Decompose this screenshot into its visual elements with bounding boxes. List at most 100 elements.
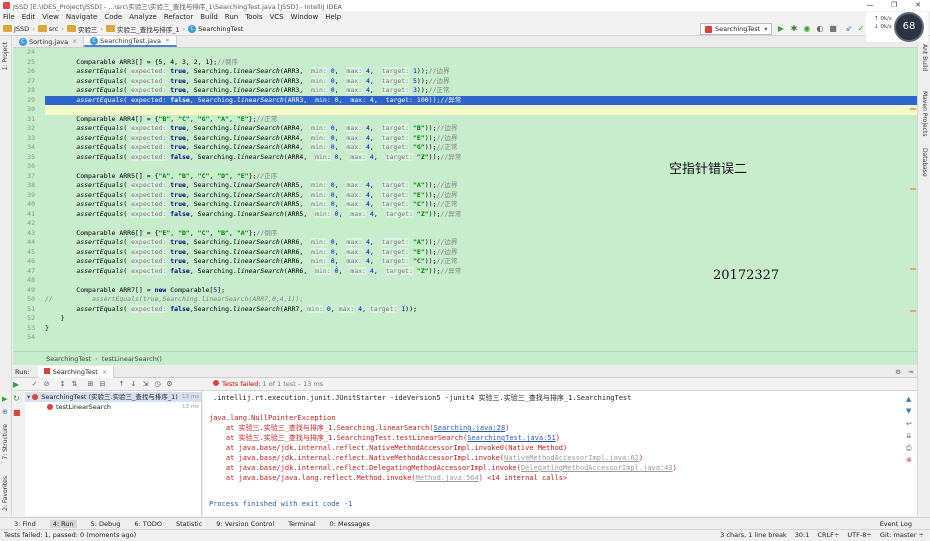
- print-icon[interactable]: ⎙: [906, 444, 912, 453]
- ant-build-tool-button[interactable]: Ant Build: [921, 44, 928, 71]
- git-branch[interactable]: Git: master ÷: [880, 531, 924, 539]
- test-suite-row[interactable]: ▾ SearchingTest (实验三.实验三_查找与排序_1) 13 ms: [25, 392, 201, 402]
- sort-duration-icon[interactable]: ⇅: [70, 380, 79, 389]
- export-icon[interactable]: ⇲: [141, 380, 150, 389]
- run-tool-button[interactable]: 4: Run: [49, 519, 77, 528]
- soft-wrap-icon[interactable]: ↩: [906, 420, 912, 428]
- profile-icon[interactable]: ◐: [815, 24, 825, 34]
- code-line[interactable]: assertEquals( expected: false,Searching.…: [45, 304, 917, 315]
- history-icon[interactable]: ◷: [153, 380, 162, 389]
- stack-link[interactable]: Method.java:564: [416, 474, 479, 482]
- run-configuration-select[interactable]: SearchingTest ▾: [700, 23, 773, 35]
- code-line[interactable]: Comparable ARR6[] = {"E", "D", "C", "B",…: [45, 229, 917, 239]
- menu-tools[interactable]: Tools: [245, 13, 262, 21]
- crumb-src[interactable]: src ›: [37, 25, 64, 33]
- code-line[interactable]: assertEquals( expected: true, Searching.…: [45, 181, 917, 191]
- code-line[interactable]: assertEquals( expected: false, Searching…: [45, 266, 917, 277]
- code-line[interactable]: // assertEquals(true,Searching.linearSea…: [45, 295, 917, 305]
- code-line[interactable]: assertEquals( expected: true, Searching.…: [45, 143, 917, 153]
- menu-edit[interactable]: Edit: [22, 13, 36, 21]
- vcs-update-icon[interactable]: ⇙: [844, 24, 854, 34]
- collapse-all-icon[interactable]: ⊟: [98, 380, 107, 389]
- rerun-failed-icon[interactable]: ↻: [13, 394, 20, 403]
- tab-sorting[interactable]: C Sorting.java ×: [13, 36, 85, 47]
- menu-help[interactable]: Help: [325, 13, 341, 21]
- caret-line[interactable]: [45, 105, 917, 115]
- settings-icon[interactable]: ⚙: [165, 380, 174, 389]
- tab-searchingtest[interactable]: C SearchingTest.java ×: [84, 36, 177, 47]
- maven-tool-button[interactable]: Maven Projects: [921, 91, 928, 136]
- rerun-icon[interactable]: ▶: [13, 380, 19, 389]
- close-button[interactable]: ✕: [906, 0, 930, 11]
- prev-failed-icon[interactable]: ↑: [117, 380, 126, 389]
- maximize-button[interactable]: ❐: [882, 0, 906, 11]
- close-tab-icon[interactable]: ×: [72, 38, 77, 45]
- menu-analyze[interactable]: Analyze: [129, 13, 157, 21]
- line-separator[interactable]: CRLF÷: [817, 531, 839, 539]
- code-line[interactable]: assertEquals( expected: true, Searching.…: [45, 257, 917, 267]
- clear-all-icon[interactable]: ⊗: [906, 456, 912, 464]
- error-stripe[interactable]: [910, 48, 916, 351]
- hide-panel-icon[interactable]: ⇥: [908, 368, 913, 376]
- show-passed-icon[interactable]: ✓: [30, 380, 39, 389]
- crumb-class[interactable]: C SearchingTest: [188, 24, 243, 33]
- code-line[interactable]: assertEquals( expected: true, Searching.…: [45, 238, 917, 248]
- code-line[interactable]: assertEquals( expected: true, Searching.…: [45, 133, 917, 144]
- file-encoding[interactable]: UTF-8÷: [847, 531, 871, 539]
- code-line[interactable]: assertEquals( expected: true, Searching.…: [45, 190, 917, 201]
- up-arrow-icon[interactable]: ▲: [906, 395, 911, 403]
- stop-icon[interactable]: ■: [828, 24, 838, 34]
- menu-window[interactable]: Window: [291, 13, 319, 21]
- test-case-row[interactable]: testLinearSearch 13 ms: [25, 402, 201, 412]
- stack-link[interactable]: SearchingTest.java:51: [467, 434, 556, 442]
- menu-view[interactable]: View: [42, 13, 59, 21]
- code-line[interactable]: }: [45, 324, 917, 334]
- down-arrow-icon[interactable]: ▼: [906, 407, 911, 415]
- code-line[interactable]: Comparable ARR7[] = new Comparable[5];: [45, 286, 917, 296]
- pin-icon[interactable]: ⊕: [2, 408, 8, 416]
- breadcrumb-method[interactable]: testLinearSearch(): [102, 355, 162, 363]
- run-tool-icon[interactable]: ▶: [2, 395, 7, 403]
- code-line[interactable]: Comparable ARR4[] = {"B", "C", "G", "A",…: [45, 115, 917, 125]
- vcs-commit-icon[interactable]: ✓: [856, 24, 866, 34]
- next-failed-icon[interactable]: ↓: [129, 380, 138, 389]
- settings-icon[interactable]: ⚙: [895, 368, 901, 376]
- console-output[interactable]: .intellij.rt.execution.junit.JUnitStarte…: [203, 391, 917, 516]
- show-ignored-icon[interactable]: ⊘: [42, 380, 51, 389]
- coverage-icon[interactable]: ◉: [802, 24, 812, 34]
- menu-refactor[interactable]: Refactor: [164, 13, 193, 21]
- code-line[interactable]: Comparable ARR3[] = {5, 4, 3, 2, 1};//倒序: [45, 58, 917, 68]
- run-tab-searchingtest[interactable]: SearchingTest ×: [37, 365, 115, 378]
- code-line[interactable]: assertEquals( expected: false, Searching…: [45, 152, 917, 163]
- code-line[interactable]: assertEquals( expected: true, Searching.…: [45, 67, 917, 77]
- scroll-to-end-icon[interactable]: ⇊: [906, 432, 912, 440]
- database-tool-button[interactable]: Database: [921, 148, 928, 177]
- code-editor[interactable]: 24 25 26 27 28 29 30 31 32 33 34 35 36 3…: [13, 48, 917, 351]
- version-control-tool-button[interactable]: 9: Version Control: [216, 520, 274, 528]
- menu-code[interactable]: Code: [104, 13, 122, 21]
- close-tab-icon[interactable]: ×: [165, 37, 170, 44]
- menu-build[interactable]: Build: [200, 13, 218, 21]
- code-line[interactable]: assertEquals( expected: true, Searching.…: [45, 86, 917, 96]
- stack-link[interactable]: DelegatingMethodAccessorImpl.java:43: [521, 464, 673, 472]
- messages-tool-button[interactable]: 0: Messages: [330, 520, 370, 528]
- menu-vcs[interactable]: VCS: [269, 13, 283, 21]
- stack-link[interactable]: NativeMethodAccessorImpl.java:62: [504, 454, 639, 462]
- statistic-tool-button[interactable]: Statistic: [176, 520, 202, 528]
- terminal-tool-button[interactable]: Terminal: [288, 520, 315, 528]
- debug-icon[interactable]: ✱: [789, 24, 799, 34]
- code-line-selected[interactable]: assertEquals( expected: false, Searching…: [45, 95, 917, 105]
- code-line[interactable]: Comparable ARR5[] = {"A", "B", "C", "D",…: [45, 172, 917, 182]
- crumb-project[interactable]: JSSD ›: [3, 25, 35, 33]
- crumb-package[interactable]: 实验三 ›: [66, 24, 103, 34]
- code-line[interactable]: assertEquals( expected: true, Searching.…: [45, 124, 917, 134]
- stop-icon[interactable]: ■: [13, 408, 21, 417]
- menu-run[interactable]: Run: [225, 13, 238, 21]
- stack-link[interactable]: Searching.java:28: [434, 424, 506, 432]
- code-line[interactable]: assertEquals( expected: false, Searching…: [45, 209, 917, 220]
- menu-file[interactable]: File: [3, 13, 15, 21]
- menu-navigate[interactable]: Navigate: [66, 13, 97, 21]
- code-line[interactable]: assertEquals( expected: true, Searching.…: [45, 247, 917, 258]
- find-tool-button[interactable]: 3: Find: [14, 520, 36, 528]
- code-line[interactable]: }: [45, 314, 917, 324]
